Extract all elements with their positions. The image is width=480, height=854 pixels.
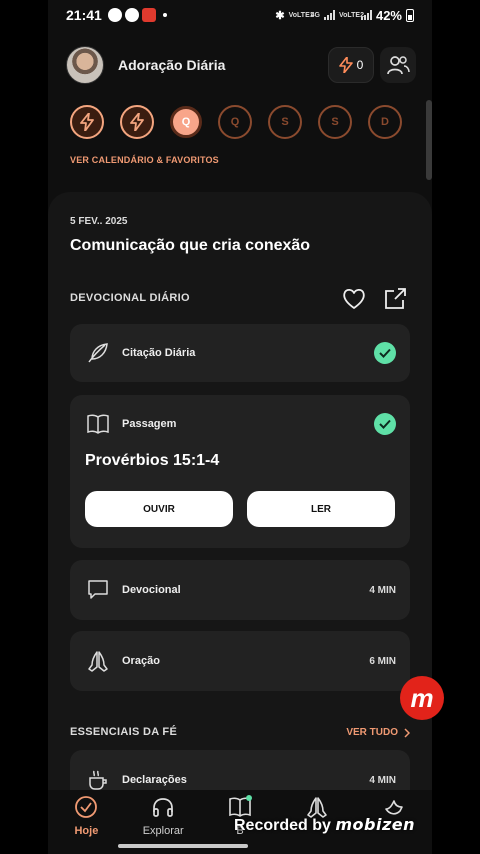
heart-icon[interactable] <box>341 286 367 312</box>
lightning-icon <box>80 113 94 131</box>
app-screen: 21:41 ✱ VoLTE1 4G VoLTE2 42% Adoração Di… <box>48 0 432 854</box>
prayer-label: Oração <box>122 655 160 667</box>
day-1[interactable] <box>70 105 104 139</box>
app-notification-icon <box>141 8 156 22</box>
praying-hands-icon <box>88 651 108 672</box>
signal2-icon <box>360 10 372 20</box>
streak-button[interactable]: 0 <box>328 47 374 83</box>
lightning-icon <box>338 57 353 73</box>
devotional-label: Devocional <box>122 584 181 596</box>
streak-count: 0 <box>356 58 364 72</box>
chat-bubble-icon <box>88 580 108 599</box>
passage-card: Passagem Provérbios 15:1-4 OUVIR LER <box>70 395 410 548</box>
see-all-link[interactable]: VER TUDO <box>346 727 410 738</box>
prayer-duration: 6 MIN <box>369 655 396 667</box>
quote-row: Citação Diária <box>86 341 396 365</box>
declarations-duration: 4 MIN <box>369 774 396 786</box>
feather-icon <box>88 343 108 363</box>
nav-today[interactable]: Hoje <box>48 790 125 854</box>
share-icon[interactable] <box>382 286 408 312</box>
battery-percent: 42% <box>375 7 402 23</box>
network-type-label: 4G <box>310 11 320 19</box>
more-notifications-icon <box>162 13 167 17</box>
prayer-row: Oração 6 MIN <box>86 649 396 673</box>
nav-today-label: Hoje <box>74 825 99 837</box>
quote-label: Citação Diária <box>122 347 196 359</box>
day-4[interactable]: Q <box>218 105 252 139</box>
coffee-cup-icon <box>89 770 107 790</box>
nav-explore-label: Explorar <box>142 825 184 837</box>
calendar-favorites-link[interactable]: VER CALENDÁRIO & FAVORITOS <box>70 155 219 165</box>
see-all-label: VER TUDO <box>346 727 398 738</box>
signal-icon <box>323 10 335 20</box>
home-indicator[interactable] <box>118 844 248 848</box>
day-7[interactable]: D <box>368 105 402 139</box>
devotional-title: Comunicação que cria conexão <box>70 237 311 254</box>
devotional-duration: 4 MIN <box>369 584 396 596</box>
day-2[interactable] <box>120 105 154 139</box>
volte1-label: VoLTE1 <box>288 11 314 19</box>
friends-button[interactable] <box>380 47 416 83</box>
devotional-panel: 5 FEV.. 2025 Comunicação que cria conexã… <box>48 192 432 854</box>
messenger-notification-icon <box>107 8 122 22</box>
passage-row: Passagem <box>86 413 396 435</box>
app-title: Adoração Diária <box>118 57 226 73</box>
devotional-card[interactable]: Devocional 4 MIN <box>70 560 410 620</box>
devotional-date: 5 FEV.. 2025 <box>70 216 128 227</box>
check-icon <box>374 413 396 435</box>
watermark-brand: mobizen <box>335 815 416 834</box>
section-title-essentials: ESSENCIAIS DA FÉ <box>70 726 178 738</box>
declarations-row: Declarações 4 MIN <box>86 768 396 792</box>
listen-button[interactable]: OUVIR <box>85 491 233 527</box>
day-5[interactable]: S <box>268 105 302 139</box>
status-bar: 21:41 ✱ VoLTE1 4G VoLTE2 42% <box>48 0 432 30</box>
users-icon <box>387 56 410 75</box>
read-button[interactable]: LER <box>247 491 395 527</box>
status-time: 21:41 <box>66 7 102 23</box>
avatar[interactable] <box>66 46 104 84</box>
headphones-icon <box>153 798 174 817</box>
recording-watermark: Recorded by mobizen <box>234 815 415 835</box>
day-today[interactable]: Q <box>170 106 202 138</box>
prayer-card[interactable]: Oração 6 MIN <box>70 631 410 691</box>
quote-card[interactable]: Citação Diária <box>70 324 410 382</box>
declarations-label: Declarações <box>122 774 187 786</box>
chevron-right-icon <box>404 727 410 738</box>
passage-reference: Provérbios 15:1-4 <box>85 452 220 469</box>
check-icon <box>374 342 396 364</box>
section-title-devotional: DEVOCIONAL DIÁRIO <box>70 292 190 304</box>
scroll-handle[interactable] <box>426 100 432 180</box>
messenger-notification-icon <box>124 8 139 22</box>
battery-icon <box>406 8 414 22</box>
devotional-row: Devocional 4 MIN <box>86 578 396 602</box>
check-circle-icon <box>75 796 98 818</box>
volte2-label: VoLTE2 <box>338 11 364 19</box>
watermark-prefix: Recorded by <box>234 817 331 834</box>
status-right: ✱ VoLTE1 4G VoLTE2 42% <box>275 8 414 23</box>
lightning-icon <box>130 113 144 131</box>
bluetooth-icon: ✱ <box>275 9 285 22</box>
day-6[interactable]: S <box>318 105 352 139</box>
book-icon <box>87 414 109 434</box>
passage-label: Passagem <box>122 418 177 430</box>
week-streak: Q Q S S D <box>70 104 410 140</box>
app-header: Adoração Diária 0 <box>66 46 416 84</box>
recorder-bubble[interactable]: m <box>400 676 444 720</box>
